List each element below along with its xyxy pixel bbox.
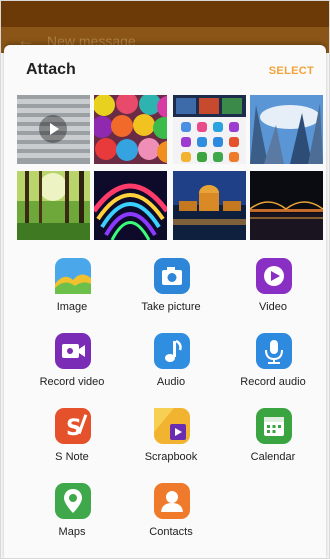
city-night-photo[interactable] [250, 171, 323, 240]
video-play-icon [256, 258, 292, 294]
colorful-tunnel-photo[interactable] [94, 171, 167, 240]
app-label: S Note [55, 451, 89, 463]
image-icon [55, 258, 91, 294]
map-pin-icon [55, 483, 91, 519]
select-button[interactable]: SELECT [269, 65, 314, 77]
app-label: Take picture [141, 301, 201, 313]
status-bar [1, 1, 329, 27]
record-video-icon [55, 333, 91, 369]
attach-sheet: Attach SELECT Image Take picture Video R… [4, 45, 326, 558]
sheet-title: Attach [26, 61, 76, 78]
contact-icon [154, 483, 190, 519]
scrapbook-icon [154, 408, 190, 444]
skyscrapers-photo[interactable] [250, 95, 323, 164]
music-note-icon [154, 333, 190, 369]
app-contacts[interactable]: Contacts [121, 480, 221, 550]
app-maps[interactable]: Maps [22, 480, 122, 550]
app-record-video[interactable]: Record video [22, 330, 122, 400]
s-note-icon: S [55, 408, 91, 444]
forest-photo[interactable] [17, 171, 90, 240]
app-label: Image [56, 301, 88, 313]
attachment-apps-grid: Image Take picture Video Record video Audio R… [4, 255, 326, 555]
camera-icon [154, 258, 190, 294]
video-thumbnail[interactable] [17, 95, 90, 164]
microphone-icon [256, 333, 292, 369]
app-image[interactable]: Image [22, 255, 122, 325]
palace-night-photo[interactable] [173, 171, 246, 240]
play-icon [39, 115, 67, 143]
app-record-audio[interactable]: Record audio [223, 330, 323, 400]
app-s-note[interactable]: S S Note [22, 405, 122, 475]
phone-screen: ← New message Attach SELECT Image Take p… [0, 0, 330, 559]
screenshot-photo[interactable] [173, 95, 246, 164]
app-take-picture[interactable]: Take picture [121, 255, 221, 325]
app-label: Record audio [240, 376, 306, 388]
app-video[interactable]: Video [223, 255, 323, 325]
app-label: Audio [156, 376, 186, 388]
app-label: Contacts [149, 526, 193, 538]
app-audio[interactable]: Audio [121, 330, 221, 400]
app-label: Video [259, 301, 287, 313]
app-scrapbook[interactable]: Scrapbook [121, 405, 221, 475]
app-label: Calendar [250, 451, 296, 463]
app-label: Record video [39, 376, 105, 388]
calendar-icon [256, 408, 292, 444]
recent-media-grid [17, 95, 323, 240]
yarn-balls-photo[interactable] [94, 95, 167, 164]
app-calendar[interactable]: Calendar [223, 405, 323, 475]
app-label: Scrapbook [144, 451, 198, 463]
app-label: Maps [58, 526, 86, 538]
